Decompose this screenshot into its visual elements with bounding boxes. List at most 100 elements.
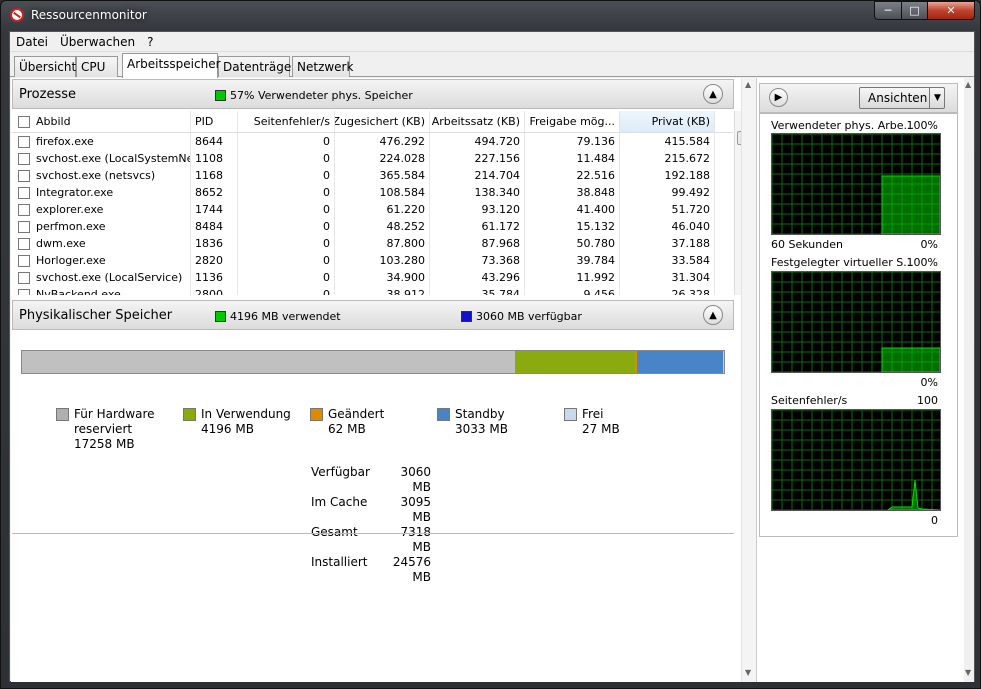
available-legend-text: 3060 MB verfügbar — [476, 310, 582, 323]
column-header[interactable]: Seitenfehler/s — [238, 111, 335, 132]
table-row[interactable]: perfmon.exe 8484 0 48.252 61.172 15.132 46.040 — [11, 218, 733, 235]
cell-text: 0 — [323, 237, 330, 250]
table-header: Abbild PID Seitenfehler/s Zugesichert (KB) A… — [11, 111, 733, 133]
table-cell: 9.456 — [525, 286, 620, 295]
collapse-icon[interactable]: ▲ — [703, 305, 723, 325]
legend-standby-value: 3033 MB — [455, 422, 508, 436]
table-row[interactable]: dwm.exe 1836 0 87.800 87.968 50.780 37.188 — [11, 235, 733, 252]
row-checkbox[interactable] — [18, 220, 30, 233]
tab-bar: Übersicht CPU Arbeitsspeicher Datenträge… — [10, 53, 974, 78]
cell-text: 0 — [323, 169, 330, 182]
row-checkbox[interactable] — [18, 237, 30, 250]
scroll-down-icon[interactable]: ▼ — [965, 668, 971, 677]
menu-datei[interactable]: Datei — [10, 32, 54, 51]
column-header-label: Zugesichert (KB) — [335, 115, 425, 128]
column-header[interactable]: Abbild — [11, 111, 191, 132]
memory-bar-standby — [636, 351, 724, 373]
row-checkbox[interactable] — [18, 254, 30, 267]
tab-content: Prozesse 57% Verwendeter phys. Speicher … — [11, 78, 974, 682]
table-cell: 35.784 — [430, 286, 525, 295]
table-row[interactable]: firefox.exe 8644 0 476.292 494.720 79.136 415.… — [11, 133, 733, 150]
row-checkbox[interactable] — [18, 203, 30, 216]
cell-text: 87.800 — [386, 237, 426, 250]
tab-uebersicht[interactable]: Übersicht — [14, 56, 76, 77]
scroll-up-icon[interactable]: ▲ — [745, 80, 751, 89]
graph3-min: 0 — [931, 514, 938, 527]
graphs-panel: Verwendeter phys. Arbe... 100% 60 Sekund… — [759, 113, 958, 537]
table-cell: 0 — [238, 269, 335, 286]
column-header[interactable]: Arbeitssatz (KB) — [430, 111, 525, 132]
title-bar[interactable]: Ressourcenmonitor ─ □ ✕ — [1, 1, 980, 31]
chevron-down-icon[interactable]: ▼ — [929, 87, 945, 109]
cell-text: 2820 — [195, 254, 223, 267]
table-row[interactable]: Horloger.exe 2820 0 103.280 73.368 39.784 33.5… — [11, 252, 733, 269]
cell-text: 476.292 — [379, 135, 426, 148]
cell-text: 87.968 — [481, 237, 521, 250]
graph1-time-label: 60 Sekunden — [771, 238, 843, 251]
legend-free-label: Frei — [582, 407, 604, 421]
table-cell: svchost.exe (LocalService) — [11, 269, 191, 286]
cell-text: 51.720 — [671, 203, 711, 216]
table-cell: 103.280 — [335, 252, 430, 269]
column-header[interactable]: PID — [191, 111, 238, 132]
cell-text: 0 — [323, 254, 330, 267]
table-cell: 1836 — [191, 235, 238, 252]
tab-netzwerk[interactable]: Netzwerk — [292, 56, 353, 77]
tab-cpu[interactable]: CPU — [76, 56, 118, 77]
expand-right-icon[interactable]: ▶ — [769, 88, 788, 107]
table-row[interactable]: svchost.exe (netsvcs) 1168 0 365.584 214.704… — [11, 167, 733, 184]
close-button[interactable]: ✕ — [927, 1, 975, 20]
modified-swatch — [310, 408, 323, 421]
tab-datentraeger[interactable]: Datenträger — [218, 56, 296, 77]
menu-help[interactable]: ? — [141, 32, 159, 51]
client-area: Datei Überwachen ? Übersicht CPU Arbeits… — [9, 31, 975, 682]
collapse-icon[interactable]: ▲ — [703, 84, 723, 104]
scroll-down-icon[interactable]: ▼ — [745, 668, 751, 677]
table-row[interactable]: explorer.exe 1744 0 61.220 93.120 41.400 51.72… — [11, 201, 733, 218]
table-cell: 99.492 — [620, 184, 715, 201]
minimize-button[interactable]: ─ — [874, 1, 902, 20]
column-header[interactable]: Privat (KB) — [620, 111, 715, 132]
table-cell: 1136 — [191, 269, 238, 286]
maximize-button[interactable]: □ — [901, 1, 928, 20]
used-legend: 4196 MB verwendet — [215, 310, 341, 323]
cell-text: 26.328 — [671, 288, 711, 295]
scroll-up-icon[interactable]: ▲ — [965, 80, 971, 89]
cell-text: 37.188 — [671, 237, 711, 250]
table-row[interactable]: NvBackend.exe 2800 0 38.912 35.784 9.456 26.32… — [11, 286, 733, 295]
left-pane-scrollbar[interactable]: ▲ ▼ — [741, 78, 756, 682]
table-cell: 31.304 — [620, 269, 715, 286]
table-cell: svchost.exe (netsvcs) — [11, 167, 191, 184]
row-checkbox[interactable] — [18, 135, 30, 148]
memory-bar-hardware — [22, 351, 515, 373]
cell-text: 415.584 — [664, 135, 711, 148]
cell-text: 35.784 — [481, 288, 521, 295]
cell-text: Integrator.exe — [36, 186, 114, 199]
table-row[interactable]: Integrator.exe 8652 0 108.584 138.340 38.848 9… — [11, 184, 733, 201]
cell-text: 224.028 — [379, 152, 426, 165]
select-all-checkbox[interactable] — [18, 115, 30, 128]
table-row[interactable]: svchost.exe (LocalService) 1136 0 34.900 43.… — [11, 269, 733, 286]
column-header[interactable]: Zugesichert (KB) — [335, 111, 430, 132]
processes-header[interactable]: Prozesse 57% Verwendeter phys. Speicher … — [12, 79, 734, 109]
table-row[interactable]: svchost.exe (LocalSystemNet... 1108 0 224.0… — [11, 150, 733, 167]
legend-modified: Geändert 62 MB — [310, 407, 384, 437]
table-cell: 1168 — [191, 167, 238, 184]
row-checkbox[interactable] — [18, 271, 30, 284]
row-checkbox[interactable] — [18, 288, 30, 295]
cell-text: 0 — [323, 288, 330, 295]
row-checkbox[interactable] — [18, 186, 30, 199]
physical-memory-header[interactable]: Physikalischer Speicher 4196 MB verwende… — [12, 300, 734, 330]
menu-ueberwachen[interactable]: Überwachen — [54, 32, 141, 51]
table-cell: 224.028 — [335, 150, 430, 167]
row-checkbox[interactable] — [18, 152, 30, 165]
tab-arbeitsspeicher[interactable]: Arbeitsspeicher — [122, 53, 221, 78]
column-header[interactable]: Freigabe mög... — [525, 111, 620, 132]
process-table: Abbild PID Seitenfehler/s Zugesichert (KB) A… — [11, 111, 733, 295]
row-checkbox[interactable] — [18, 169, 30, 182]
cell-text: 11.484 — [576, 152, 616, 165]
right-pane-scrollbar[interactable]: ▲ ▼ — [964, 78, 974, 682]
cell-text: 61.172 — [481, 220, 521, 233]
cell-text: Horloger.exe — [36, 254, 106, 267]
summary-key: Gesamt — [311, 525, 358, 539]
